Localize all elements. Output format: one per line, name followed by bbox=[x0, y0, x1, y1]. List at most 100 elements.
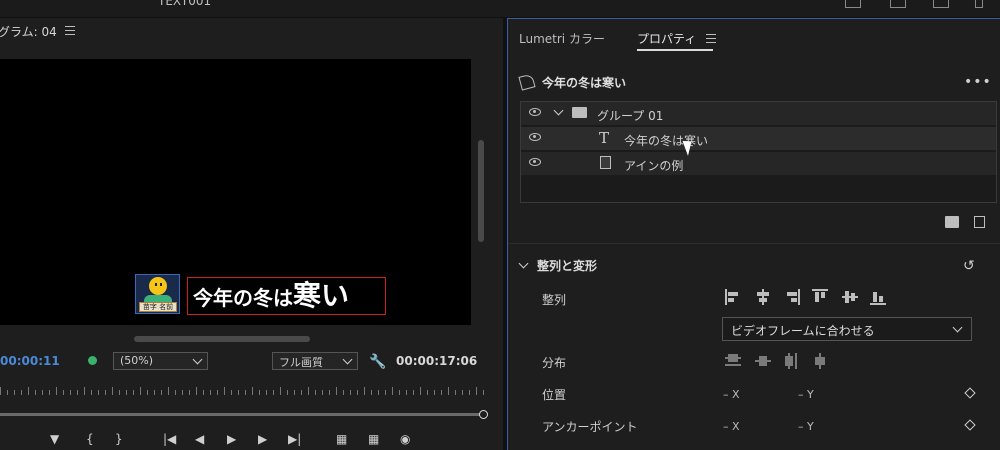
ruler-tick bbox=[231, 390, 232, 395]
chevron-down-icon[interactable] bbox=[518, 258, 529, 269]
align-right-icon[interactable] bbox=[784, 289, 800, 305]
anchor-x[interactable]: – X bbox=[723, 420, 740, 433]
visibility-eye-icon[interactable] bbox=[529, 108, 541, 116]
panel-icon[interactable] bbox=[890, 0, 906, 8]
properties-panel: Lumetri カラー プロパティ 今年の冬は寒い ••• グループ 01 T … bbox=[507, 18, 1000, 450]
go-to-in-icon[interactable]: |◀ bbox=[163, 432, 176, 448]
ruler-tick bbox=[91, 390, 92, 395]
keyframe-diamond-icon[interactable] bbox=[964, 419, 976, 431]
overwrite-icon[interactable]: ▦ bbox=[368, 432, 379, 448]
quality-dropdown[interactable]: フル画質 bbox=[272, 352, 358, 370]
shape-layer-icon bbox=[600, 156, 611, 169]
play-icon[interactable]: ▶ bbox=[227, 432, 236, 448]
marker-icon[interactable]: ▼ bbox=[50, 432, 59, 448]
layer-row-text[interactable]: T 今年の冬は寒い bbox=[521, 127, 996, 151]
caption-bounding-box[interactable]: 今年の冬は寒い bbox=[187, 277, 386, 315]
ruler-tick bbox=[336, 387, 337, 395]
ruler-tick bbox=[210, 390, 211, 395]
horizontal-scrollbar[interactable] bbox=[134, 336, 310, 342]
go-to-out-icon[interactable]: ▶| bbox=[288, 432, 301, 448]
expand-icon[interactable] bbox=[975, 0, 983, 8]
timeline-bar[interactable] bbox=[0, 413, 483, 416]
distribute-vertical-icon[interactable] bbox=[784, 353, 800, 369]
reset-icon[interactable]: ↺ bbox=[963, 258, 975, 274]
out-point-icon[interactable]: } bbox=[115, 432, 123, 448]
ruler-tick bbox=[49, 390, 50, 395]
visibility-eye-icon[interactable] bbox=[529, 133, 541, 141]
chevron-down-icon[interactable] bbox=[553, 105, 564, 116]
keyframe-diamond-icon[interactable] bbox=[964, 387, 976, 399]
visibility-eye-icon[interactable] bbox=[529, 158, 541, 166]
share-icon[interactable] bbox=[933, 0, 949, 8]
total-duration: 00:00:17:06 bbox=[396, 354, 478, 368]
ruler-tick bbox=[28, 387, 29, 395]
divider bbox=[508, 243, 1000, 244]
anchor-y[interactable]: – Y bbox=[798, 420, 814, 433]
zoom-dropdown[interactable]: (50%) bbox=[113, 352, 208, 370]
playhead-handle[interactable] bbox=[479, 410, 488, 419]
layout-icon[interactable] bbox=[845, 0, 861, 8]
ruler-tick bbox=[217, 390, 218, 395]
ruler-tick bbox=[301, 390, 302, 395]
new-layer-icon[interactable] bbox=[974, 216, 985, 228]
current-timecode[interactable]: 00:00:11 bbox=[0, 354, 60, 370]
ruler-tick bbox=[238, 390, 239, 395]
chevron-down-icon bbox=[952, 322, 963, 333]
align-to-select[interactable]: ビデオフレームに合わせる bbox=[722, 317, 972, 341]
distribute-center-vertical-icon[interactable] bbox=[812, 353, 828, 369]
ruler-tick bbox=[7, 390, 8, 395]
new-folder-icon[interactable] bbox=[945, 216, 959, 228]
quality-value: フル画質 bbox=[279, 356, 323, 369]
active-tab-indicator bbox=[637, 49, 713, 51]
align-center-horizontal-icon[interactable] bbox=[755, 289, 771, 305]
ruler-tick bbox=[126, 390, 127, 395]
ruler-tick bbox=[154, 390, 155, 395]
ruler-tick bbox=[70, 390, 71, 395]
ruler-tick bbox=[98, 390, 99, 395]
align-left-icon[interactable] bbox=[725, 289, 741, 305]
ruler-tick bbox=[245, 390, 246, 395]
ruler-tick bbox=[273, 390, 274, 395]
ruler-tick bbox=[294, 390, 295, 395]
ruler-tick bbox=[203, 390, 204, 395]
wrench-icon[interactable]: 🔧 bbox=[369, 354, 386, 370]
align-top-icon[interactable] bbox=[812, 289, 828, 305]
avatar-head bbox=[149, 277, 167, 295]
align-center-vertical-icon[interactable] bbox=[842, 289, 858, 305]
panel-menu-icon[interactable] bbox=[706, 34, 716, 43]
distribute-horizontal-icon[interactable] bbox=[725, 353, 741, 369]
distribute-center-horizontal-icon[interactable] bbox=[755, 353, 771, 369]
insert-icon[interactable]: ▦ bbox=[336, 432, 347, 448]
align-bottom-icon[interactable] bbox=[870, 289, 886, 305]
ruler-tick bbox=[413, 390, 414, 395]
position-y[interactable]: – Y bbox=[798, 388, 814, 401]
camera-icon[interactable]: ◉ bbox=[400, 432, 410, 448]
layer-label: アインの例 bbox=[624, 159, 684, 173]
caption-text-big: 寒い bbox=[293, 279, 350, 312]
chevron-down-icon bbox=[342, 354, 353, 365]
panel-menu-icon[interactable] bbox=[65, 26, 75, 35]
position-label: 位置 bbox=[542, 388, 567, 402]
avatar-name-tag: 苗字 名前 bbox=[139, 302, 177, 312]
time-ruler[interactable] bbox=[0, 383, 490, 395]
tab-lumetri-color[interactable]: Lumetri カラー bbox=[519, 30, 605, 47]
section-header[interactable]: 整列と変形 bbox=[518, 257, 598, 274]
chevron-down-icon bbox=[192, 354, 203, 365]
position-x[interactable]: – X bbox=[723, 388, 740, 401]
ruler-tick bbox=[385, 390, 386, 395]
layer-row-group[interactable]: グループ 01 bbox=[521, 102, 996, 126]
ruler-tick bbox=[84, 387, 85, 395]
align-to-value: ビデオフレームに合わせる bbox=[731, 324, 875, 338]
more-options-icon[interactable]: ••• bbox=[964, 74, 992, 90]
step-back-icon[interactable]: ◀ bbox=[195, 432, 204, 448]
step-forward-icon[interactable]: ▶ bbox=[258, 432, 267, 448]
section-title: 整列と変形 bbox=[537, 259, 598, 273]
program-title[interactable]: グラム: 04 bbox=[0, 23, 57, 40]
in-point-icon[interactable]: { bbox=[86, 432, 94, 448]
ruler-tick bbox=[441, 390, 442, 395]
program-monitor: グラム: 04 苗字 名前 今年の冬は寒い 00:00:11 (50%) フル画… bbox=[0, 18, 503, 450]
tab-properties[interactable]: プロパティ bbox=[637, 30, 696, 47]
vertical-scrollbar[interactable] bbox=[478, 140, 484, 242]
layer-row-shape[interactable]: アインの例 bbox=[521, 152, 996, 176]
ruler-tick bbox=[483, 390, 484, 395]
